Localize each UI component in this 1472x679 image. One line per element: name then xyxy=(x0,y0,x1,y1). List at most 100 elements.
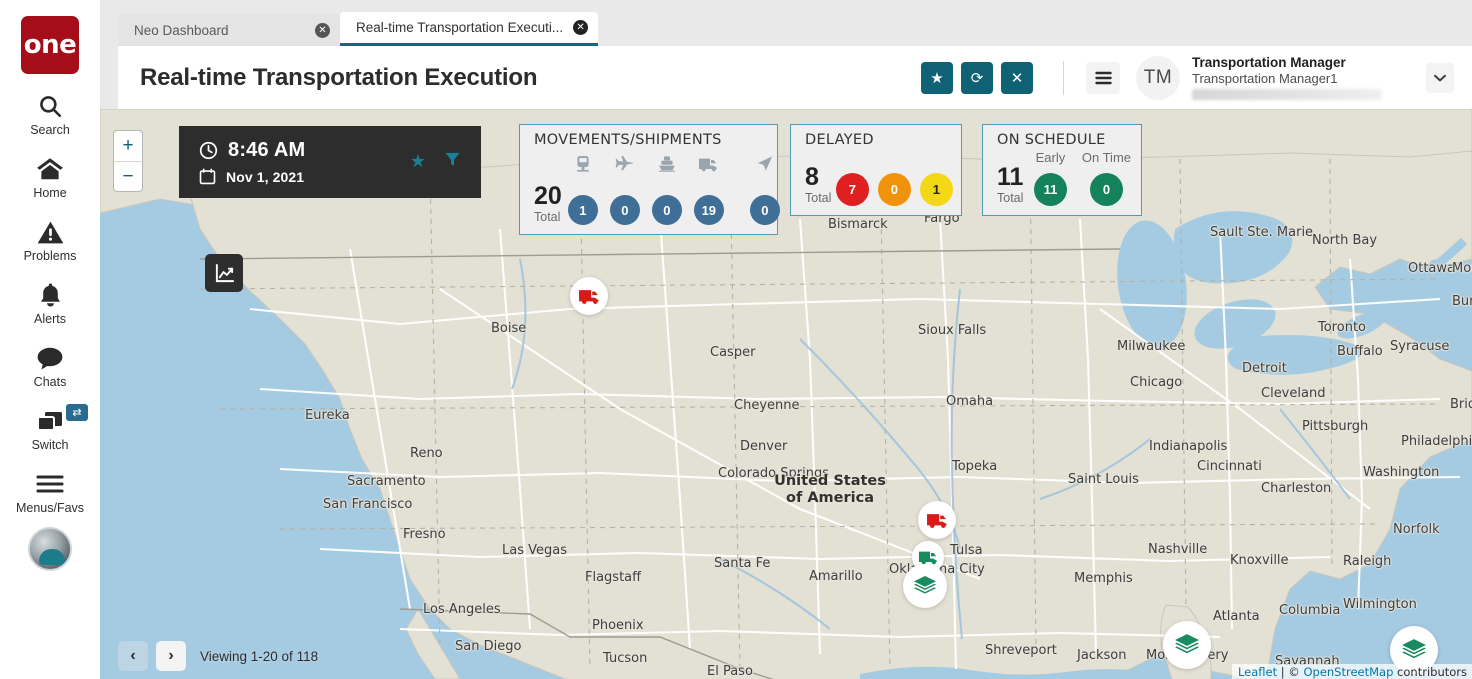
truck-marker-delayed-dallas[interactable] xyxy=(918,501,956,539)
sidebar-item-switch[interactable]: ⇄ Switch xyxy=(0,406,100,452)
zoom-in-button[interactable]: + xyxy=(114,131,142,161)
sidebar-item-menus-favs[interactable]: Menus/Favs xyxy=(0,469,100,515)
close-icon[interactable]: ✕ xyxy=(315,23,330,38)
user-name: Transportation Manager xyxy=(1192,55,1420,71)
tab-strip: Neo Dashboard ✕ Real-time Transportation… xyxy=(100,0,1472,46)
user-avatar-photo[interactable] xyxy=(28,527,72,571)
star-icon[interactable]: ★ xyxy=(410,151,426,173)
close-icon[interactable]: ✕ xyxy=(573,20,588,35)
clock-card-actions: ★ xyxy=(410,151,461,173)
sidebar-item-label: Alerts xyxy=(34,312,66,326)
kpi-col-road[interactable]: 19 xyxy=(688,150,730,225)
kpi-col-critical[interactable]: 7 xyxy=(831,150,873,206)
filter-icon[interactable] xyxy=(444,151,461,173)
favorite-button[interactable]: ★ xyxy=(921,62,953,94)
kpi-card-movements-shipments[interactable]: MOVEMENTS/SHIPMENTS 20 Total xyxy=(519,124,778,235)
kpi-col-on-time[interactable]: On Time 0 xyxy=(1077,150,1135,206)
sidebar-item-alerts[interactable]: Alerts xyxy=(0,280,100,326)
hamburger-icon xyxy=(36,469,64,499)
leaflet-link[interactable]: Leaflet xyxy=(1238,665,1277,679)
tab-realtime-transportation-execution[interactable]: Real-time Transportation Executi... ✕ xyxy=(340,12,598,46)
avatar[interactable]: TM xyxy=(1136,56,1180,100)
calendar-icon xyxy=(199,168,216,185)
refresh-button[interactable]: ⟳ xyxy=(961,62,993,94)
kpi-col-air[interactable]: 0 xyxy=(604,150,646,225)
kpi-total-label: Total xyxy=(805,191,831,206)
ship-icon xyxy=(658,150,676,172)
kpi-total-value: 20 xyxy=(534,183,562,210)
cluster-marker-texas[interactable] xyxy=(903,564,947,608)
kpi-col-value: 11 xyxy=(1034,173,1067,206)
switch-badge-icon[interactable]: ⇄ xyxy=(66,404,88,421)
kpi-col-high[interactable]: 0 xyxy=(873,150,915,206)
one-logo[interactable]: one xyxy=(21,16,79,74)
truck-icon xyxy=(918,549,939,565)
close-icon: ✕ xyxy=(1011,69,1024,87)
kpi-col-value: 0 xyxy=(1090,173,1123,206)
left-nav-rail: one Search Home xyxy=(0,0,100,679)
kpi-total: 11 Total xyxy=(997,164,1023,206)
kpi-col-rail[interactable]: 1 xyxy=(562,150,604,225)
layers-icon xyxy=(913,575,937,597)
kpi-col-caption: Early xyxy=(1036,150,1066,169)
attribution-suffix: contributors xyxy=(1393,665,1467,679)
pagination-bar: ‹ › Viewing 1-20 of 118 xyxy=(118,641,318,671)
clock-lines: 8:46 AM Nov 1, 2021 xyxy=(199,139,410,185)
previous-page-button[interactable]: ‹ xyxy=(118,641,148,671)
map-zoom-control[interactable]: + − xyxy=(113,130,143,192)
sidebar-item-problems[interactable]: Problems xyxy=(0,217,100,263)
sidebar-item-label: Home xyxy=(33,186,66,200)
kpi-title: DELAYED xyxy=(805,132,949,148)
kpi-col-tracked[interactable]: 0 xyxy=(744,150,786,225)
kpi-col-early[interactable]: Early 11 xyxy=(1023,150,1077,206)
header-divider xyxy=(1063,61,1064,95)
sidebar-item-label: Search xyxy=(30,123,70,137)
next-page-button[interactable]: › xyxy=(156,641,186,671)
kpi-body: 20 Total xyxy=(534,150,765,225)
close-button[interactable]: ✕ xyxy=(1001,62,1033,94)
chart-icon xyxy=(214,263,235,284)
kpi-columns: 7 0 1 xyxy=(831,150,957,206)
kpi-col-medium[interactable]: 1 xyxy=(915,150,957,206)
home-icon xyxy=(36,154,64,184)
layers-icon xyxy=(1174,633,1200,657)
sidebar-item-chats[interactable]: Chats xyxy=(0,343,100,389)
kpi-total-label: Total xyxy=(534,210,562,225)
kpi-col-value: 0 xyxy=(610,195,640,225)
sidebar-item-search[interactable]: Search xyxy=(0,91,100,137)
app-root: one Search Home xyxy=(0,0,1472,679)
sidebar-item-label: Switch xyxy=(32,438,69,452)
map-canvas[interactable]: HelenaBismarckFargoSault Ste. MarieNorth… xyxy=(100,109,1472,679)
bell-icon xyxy=(38,280,63,310)
user-meta: Transportation Manager Transportation Ma… xyxy=(1192,55,1420,100)
zoom-out-button[interactable]: − xyxy=(114,161,142,191)
windows-stack-icon xyxy=(36,406,64,436)
chat-bubble-icon xyxy=(36,343,64,373)
cluster-marker-florida[interactable] xyxy=(1163,621,1211,669)
kpi-col-value: 19 xyxy=(694,195,724,225)
app-menu-button[interactable] xyxy=(1086,62,1120,94)
kpi-col-value: 0 xyxy=(750,195,780,225)
page-header: Real-time Transportation Execution ★ ⟳ ✕… xyxy=(118,46,1472,109)
kpi-col-ocean[interactable]: 0 xyxy=(646,150,688,225)
kpi-total-label: Total xyxy=(997,191,1023,206)
kpi-total: 8 Total xyxy=(805,164,831,206)
page-title: Real-time Transportation Execution xyxy=(140,64,537,92)
truck-marker-delayed-salt-lake[interactable] xyxy=(570,277,608,315)
train-icon xyxy=(575,150,591,172)
truck-icon xyxy=(578,287,601,305)
warning-triangle-icon xyxy=(37,217,64,247)
kpi-columns: Early 11 On Time 0 xyxy=(1023,150,1135,206)
kpi-body: 8 Total 7 0 1 xyxy=(805,150,949,206)
tab-neo-dashboard[interactable]: Neo Dashboard ✕ xyxy=(118,14,340,46)
clock-card: 8:46 AM Nov 1, 2021 ★ xyxy=(179,126,481,198)
kpi-card-on-schedule[interactable]: ON SCHEDULE 11 Total Early 11 On Time 0 xyxy=(982,124,1142,216)
kpi-total-value: 8 xyxy=(805,164,831,191)
openstreetmap-link[interactable]: OpenStreetMap xyxy=(1303,665,1393,679)
clock-time-row: 8:46 AM xyxy=(199,139,410,162)
chart-toggle-button[interactable] xyxy=(205,254,243,292)
sidebar-item-home[interactable]: Home xyxy=(0,154,100,200)
attribution-separator: | © xyxy=(1277,665,1303,679)
kpi-card-delayed[interactable]: DELAYED 8 Total 7 0 xyxy=(790,124,962,216)
user-menu-toggle[interactable] xyxy=(1426,63,1454,93)
